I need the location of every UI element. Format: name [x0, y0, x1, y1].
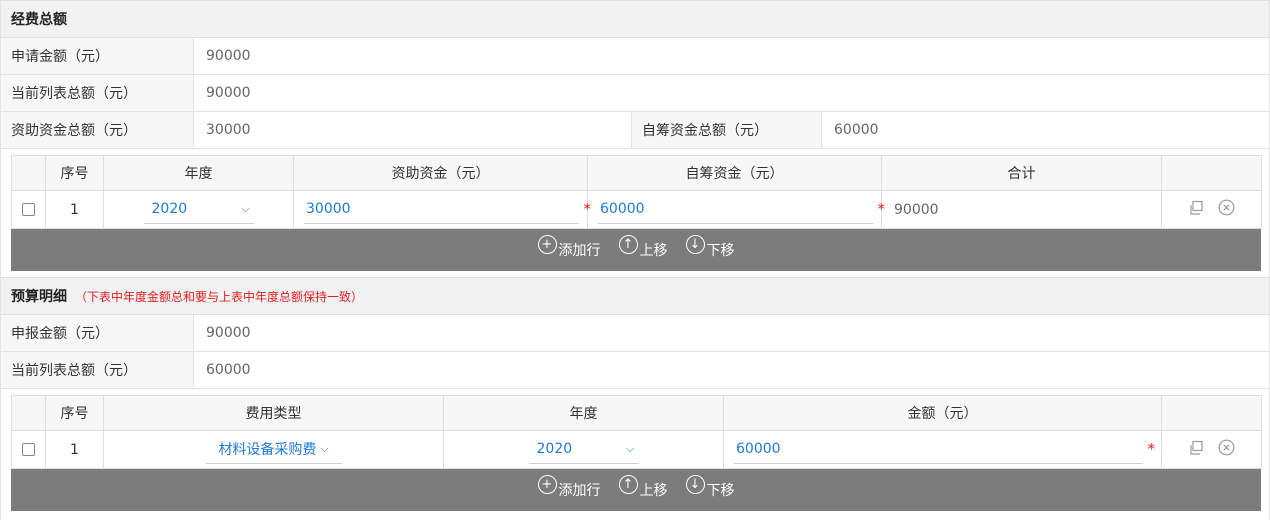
copy-icon[interactable]: [1188, 440, 1204, 460]
col-year: 年度: [443, 395, 724, 431]
row-checkbox[interactable]: [22, 443, 35, 456]
col-actions: [1161, 155, 1262, 191]
table-row: 1 2020 ⌵ 30000 * 60000 * 90000: [11, 190, 1262, 229]
col-no: 序号: [45, 155, 104, 191]
col-amount: 金额（元）: [723, 395, 1162, 431]
budget-section-note: （下表中年度金额总和要与上表中年度总额保持一致）: [75, 289, 364, 304]
col-total: 合计: [881, 155, 1162, 191]
amount-input[interactable]: 60000 *: [734, 436, 1155, 464]
expense-type-select[interactable]: 材料设备采购费 ⌵: [205, 436, 342, 464]
apply-amount-value: 90000: [206, 48, 251, 64]
move-up-button[interactable]: ↑ 上移: [618, 475, 668, 500]
funding-list-total-label: 当前列表总额（元）: [1, 75, 194, 111]
add-row-button[interactable]: + 添加行: [537, 235, 601, 260]
row-total: 90000: [894, 201, 939, 218]
col-actions: [1161, 395, 1262, 431]
report-amount-value: 90000: [206, 325, 251, 341]
chevron-down-icon: ⌵: [626, 442, 635, 455]
year-select-value: 2020: [151, 201, 188, 217]
col-type: 费用类型: [103, 395, 444, 431]
required-marker: *: [877, 200, 886, 218]
report-amount-row: 申报金额（元） 90000: [1, 315, 1269, 352]
chevron-down-icon: ⌵: [320, 442, 329, 455]
budget-section-title: 预算明细: [11, 289, 67, 305]
amount-value: 60000: [736, 441, 781, 457]
self-amount-input[interactable]: 60000 *: [598, 196, 885, 224]
budget-grid-area: 序号 费用类型 年度 金额（元） 1 材料设备采购费 ⌵ 2020 ⌵ 6000…: [1, 389, 1269, 511]
arrow-up-icon: ↑: [618, 235, 638, 254]
self-total-value: 60000: [834, 122, 879, 138]
plus-circle-icon: +: [537, 235, 557, 254]
apply-amount-label: 申请金额（元）: [1, 38, 194, 74]
funded-total-value: 30000: [194, 112, 632, 148]
budget-list-total-value: 60000: [206, 362, 251, 378]
header-checkbox-cell: [11, 395, 46, 431]
budget-list-total-label: 当前列表总额（元）: [1, 352, 194, 388]
budget-form: 经费总额 申请金额（元） 90000 当前列表总额（元） 90000 资助资金总…: [0, 0, 1270, 520]
remove-circle-icon[interactable]: [1218, 199, 1235, 220]
budget-toolbar: + 添加行 ↑ 上移 ↓ 下移: [11, 469, 1261, 511]
funding-table-header: 序号 年度 资助资金（元） 自筹资金（元） 合计: [11, 155, 1262, 191]
funding-list-total-value: 90000: [206, 85, 251, 101]
apply-amount-row: 申请金额（元） 90000: [1, 38, 1269, 75]
budget-table: 序号 费用类型 年度 金额（元） 1 材料设备采购费 ⌵ 2020 ⌵ 6000…: [11, 395, 1262, 469]
col-self: 自筹资金（元）: [587, 155, 882, 191]
funding-table: 序号 年度 资助资金（元） 自筹资金（元） 合计 1 2020 ⌵ 30000 …: [11, 155, 1262, 229]
funding-section-title: 经费总额: [11, 12, 67, 28]
arrow-down-icon: ↓: [685, 475, 705, 494]
funded-amount-value: 30000: [306, 201, 351, 217]
self-total-label: 自筹资金总额（元）: [632, 112, 822, 148]
move-up-button[interactable]: ↑ 上移: [618, 235, 668, 260]
add-row-button[interactable]: + 添加行: [537, 475, 601, 500]
funded-total-label: 资助资金总额（元）: [1, 112, 194, 148]
funded-self-row: 资助资金总额（元） 30000 自筹资金总额（元） 60000: [1, 112, 1269, 149]
row-no: 1: [45, 190, 104, 229]
arrow-down-icon: ↓: [685, 235, 705, 254]
row-no: 1: [45, 430, 104, 469]
copy-icon[interactable]: [1188, 200, 1204, 220]
table-row: 1 材料设备采购费 ⌵ 2020 ⌵ 60000 *: [11, 430, 1262, 469]
expense-type-value: 材料设备采购费: [218, 442, 317, 458]
funding-grid-area: 序号 年度 资助资金（元） 自筹资金（元） 合计 1 2020 ⌵ 30000 …: [1, 149, 1269, 271]
self-amount-value: 60000: [600, 201, 645, 217]
funding-toolbar: + 添加行 ↑ 上移 ↓ 下移: [11, 229, 1261, 271]
move-down-button[interactable]: ↓ 下移: [685, 235, 735, 260]
required-marker: *: [583, 200, 592, 218]
arrow-up-icon: ↑: [618, 475, 638, 494]
move-down-button[interactable]: ↓ 下移: [685, 475, 735, 500]
remove-circle-icon[interactable]: [1218, 439, 1235, 460]
funding-list-total-row: 当前列表总额（元） 90000: [1, 75, 1269, 112]
year-select-value: 2020: [536, 441, 573, 457]
col-year: 年度: [103, 155, 294, 191]
year-select[interactable]: 2020 ⌵: [143, 196, 254, 224]
budget-table-header: 序号 费用类型 年度 金额（元）: [11, 395, 1262, 431]
year-select[interactable]: 2020 ⌵: [528, 436, 639, 464]
budget-list-total-row: 当前列表总额（元） 60000: [1, 352, 1269, 389]
funding-section-header: 经费总额: [1, 0, 1269, 38]
header-checkbox-cell: [11, 155, 46, 191]
chevron-down-icon: ⌵: [241, 202, 250, 215]
report-amount-label: 申报金额（元）: [1, 315, 194, 351]
funded-amount-input[interactable]: 30000 *: [304, 196, 591, 224]
col-no: 序号: [45, 395, 104, 431]
row-checkbox[interactable]: [22, 203, 35, 216]
budget-section-header: 预算明细 （下表中年度金额总和要与上表中年度总额保持一致）: [1, 277, 1269, 315]
required-marker: *: [1147, 440, 1156, 458]
plus-circle-icon: +: [537, 475, 557, 494]
col-funded: 资助资金（元）: [293, 155, 588, 191]
